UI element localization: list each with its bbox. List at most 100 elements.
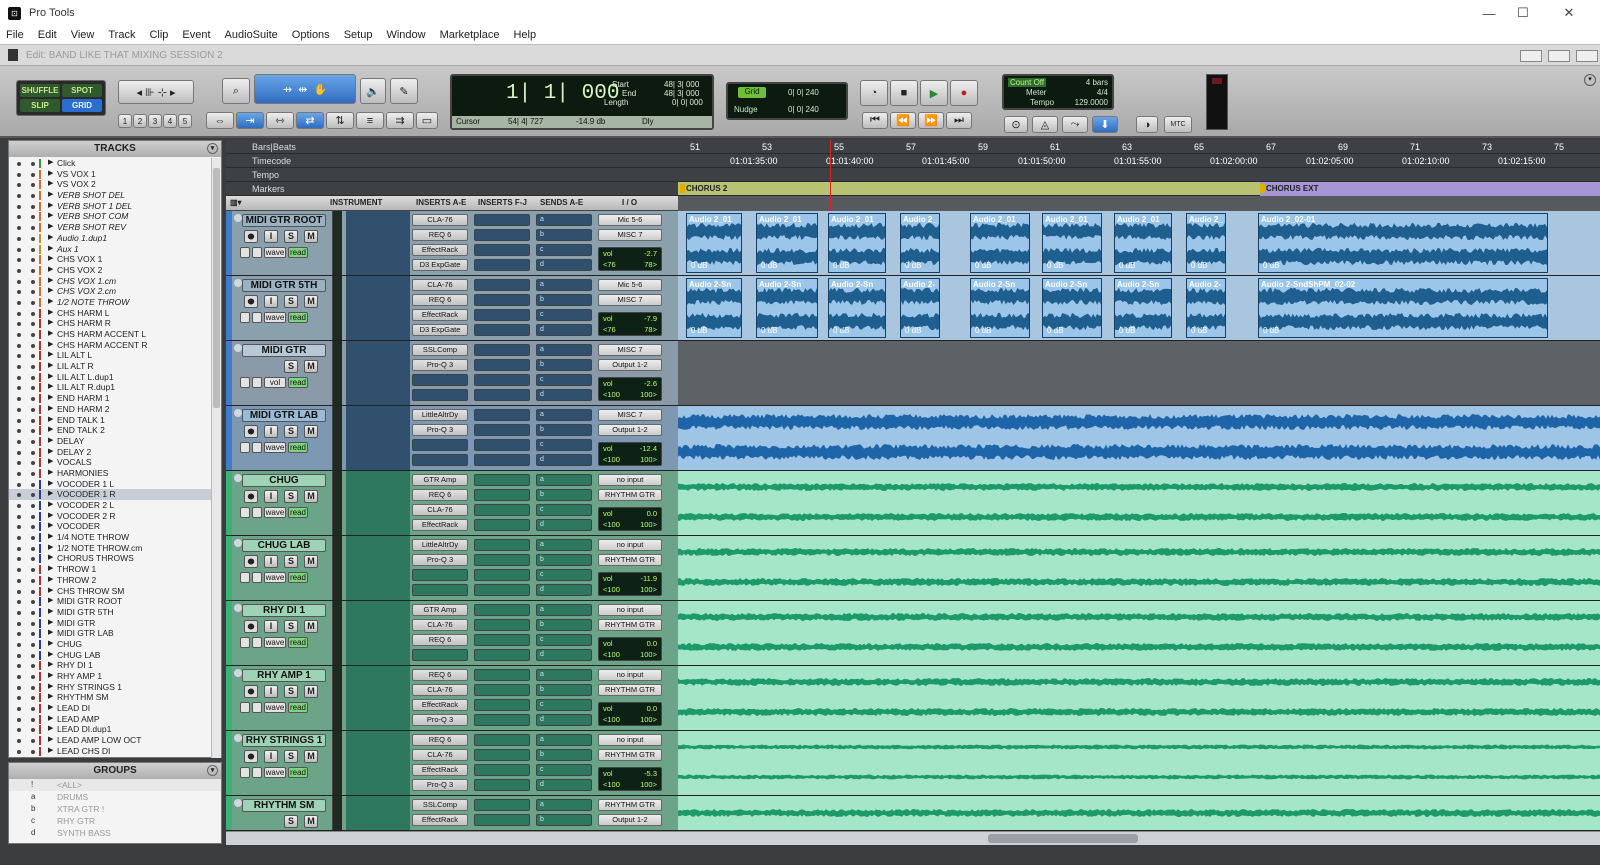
horizontal-scroll-thumb[interactable] [988, 834, 1138, 843]
send-slot[interactable]: d [536, 324, 592, 336]
show-hide-dot-icon[interactable] [17, 482, 21, 487]
track-list-item[interactable]: ▶ RHY AMP 1 [9, 671, 212, 682]
pan-right-value[interactable]: 100> [640, 715, 657, 724]
insert-slot[interactable]: LittleAltrDy [412, 539, 468, 551]
record-enable-button[interactable] [244, 490, 258, 503]
track-list-item[interactable]: ▶ 1/2 NOTE THROW.cm [9, 543, 212, 554]
insert-slot[interactable]: CLA-76 [412, 214, 468, 226]
show-hide-dot-icon[interactable] [17, 632, 21, 637]
track-playlist-lane[interactable] [678, 406, 1600, 470]
input-selector[interactable]: no input [598, 474, 662, 486]
send-slot[interactable]: c [536, 439, 592, 451]
mute-button[interactable]: M [304, 750, 318, 763]
track-list-item[interactable]: ▶ CHS HARM ACCENT R [9, 340, 212, 351]
track-expand-icon[interactable] [234, 604, 242, 612]
show-hide-dot-icon[interactable] [17, 418, 21, 423]
track-expand-icon[interactable] [234, 279, 242, 287]
pan-left-value[interactable]: <100 [603, 585, 620, 594]
track-list-item[interactable]: ▶ VOCODER [9, 521, 212, 532]
track-expand-icon[interactable] [234, 669, 242, 677]
insert-slot-empty[interactable] [412, 439, 468, 451]
show-hide-dot-icon[interactable] [17, 172, 21, 177]
insert-slot[interactable]: EffectRack [412, 764, 468, 776]
track-name[interactable]: RHY AMP 1 [242, 669, 326, 682]
volume-value[interactable]: -2.6 [644, 379, 657, 388]
track-name[interactable]: RHY STRINGS 1 [242, 734, 326, 747]
tracks-scrollbar[interactable] [211, 158, 221, 758]
shuffle-mode-button[interactable]: SHUFFLE [20, 84, 60, 97]
pan-right-value[interactable]: 100> [640, 390, 657, 399]
record-enable-button[interactable] [244, 555, 258, 568]
show-hide-dot-icon[interactable] [17, 514, 21, 519]
insert-fj-slot[interactable] [474, 764, 530, 776]
send-slot[interactable]: c [536, 374, 592, 386]
mute-button[interactable]: M [304, 295, 318, 308]
send-slot[interactable]: a [536, 214, 592, 226]
show-hide-dot-icon[interactable] [17, 258, 21, 263]
send-slot[interactable]: d [536, 519, 592, 531]
zoom-waveform-button[interactable]: ◂ ⊪ ⊹ ▸ [118, 80, 194, 104]
playlist-icon[interactable] [240, 767, 250, 778]
waveform-view-selector[interactable]: wave [264, 767, 286, 778]
markers-ruler-label[interactable]: Markers [226, 182, 678, 196]
volume-value[interactable]: 0.0 [647, 509, 657, 518]
track-list-item[interactable]: ▶ CHS VOX 2 [9, 265, 212, 276]
send-slot[interactable]: c [536, 244, 592, 256]
show-hide-dot-icon[interactable] [17, 707, 21, 712]
midi-merge-icon[interactable]: ⤳ [1062, 116, 1088, 133]
end-value[interactable]: 48| 3| 000 [664, 89, 699, 98]
show-hide-dot-icon[interactable] [17, 728, 21, 733]
track-list-item[interactable]: ▶ Audio 1.dup1 [9, 233, 212, 244]
insert-fj-slot[interactable] [474, 584, 530, 596]
edit-minimize-button[interactable] [1520, 50, 1542, 62]
show-hide-dot-icon[interactable] [17, 365, 21, 370]
elastic-icon[interactable] [252, 572, 262, 583]
solo-button[interactable]: S [284, 685, 298, 698]
insert-fj-slot[interactable] [474, 294, 530, 306]
insert-fj-slot[interactable] [474, 489, 530, 501]
grid-label[interactable]: Grid [738, 87, 766, 98]
audio-clip[interactable]: Audio 2_01 0 dB [970, 213, 1030, 273]
record-enable-button[interactable] [244, 620, 258, 633]
track-list-item[interactable]: ▶ LIL ALT R.dup1 [9, 382, 212, 393]
automation-mode-selector[interactable]: read [288, 702, 308, 713]
rewind-button[interactable]: ⏪ [890, 112, 916, 129]
track-list-item[interactable]: ▶ CHUG [9, 639, 212, 650]
go-to-end-button[interactable]: ⏭ [946, 112, 972, 129]
track-list-item[interactable]: ▶ HARMONIES [9, 468, 212, 479]
zoom-preset-3[interactable]: 3 [148, 114, 162, 128]
output-selector[interactable]: RHYTHM GTR [598, 619, 662, 631]
track-name[interactable]: MIDI GTR LAB [242, 409, 326, 422]
track-list-item[interactable]: ▶ CHS HARM L [9, 308, 212, 319]
insert-slot-empty[interactable] [412, 584, 468, 596]
solo-button[interactable]: S [284, 295, 298, 308]
track-list-item[interactable]: ▶ CHS HARM ACCENT L [9, 329, 212, 340]
track-list-item[interactable]: ▶ LEAD DI [9, 703, 212, 714]
track-list-item[interactable]: ▶ VOCODER 2 L [9, 500, 212, 511]
send-slot[interactable]: c [536, 504, 592, 516]
insert-fj-slot[interactable] [474, 344, 530, 356]
solo-button[interactable]: S [284, 230, 298, 243]
insert-fj-slot[interactable] [474, 519, 530, 531]
track-list-item[interactable]: ▶ VOCALS [9, 457, 212, 468]
pan-right-value[interactable]: 100> [640, 585, 657, 594]
audio-clip[interactable]: Audio 2-Sn 0 dB [1114, 278, 1172, 338]
instrument-slot[interactable] [346, 276, 410, 340]
record-enable-button[interactable] [244, 685, 258, 698]
track-list-item[interactable]: ▶ LIL ALT L.dup1 [9, 372, 212, 383]
insert-slot[interactable]: REQ 6 [412, 489, 468, 501]
playlist-icon[interactable] [240, 702, 250, 713]
show-hide-dot-icon[interactable] [17, 739, 21, 744]
return-to-zero-button[interactable]: ⏮ [862, 112, 888, 129]
insert-fj-slot[interactable] [474, 799, 530, 811]
pencil-tool-icon[interactable]: ✎ [390, 78, 418, 104]
start-value[interactable]: 48| 3| 000 [664, 80, 699, 89]
edit-restore-button[interactable] [1548, 50, 1570, 62]
automation-mode-selector[interactable]: read [288, 312, 308, 323]
volume-value[interactable]: -7.9 [644, 314, 657, 323]
insert-slot-empty[interactable] [412, 389, 468, 401]
send-slot[interactable]: b [536, 359, 592, 371]
show-hide-dot-icon[interactable] [17, 333, 21, 337]
insert-fj-slot[interactable] [474, 359, 530, 371]
solo-button[interactable]: S [284, 815, 298, 828]
